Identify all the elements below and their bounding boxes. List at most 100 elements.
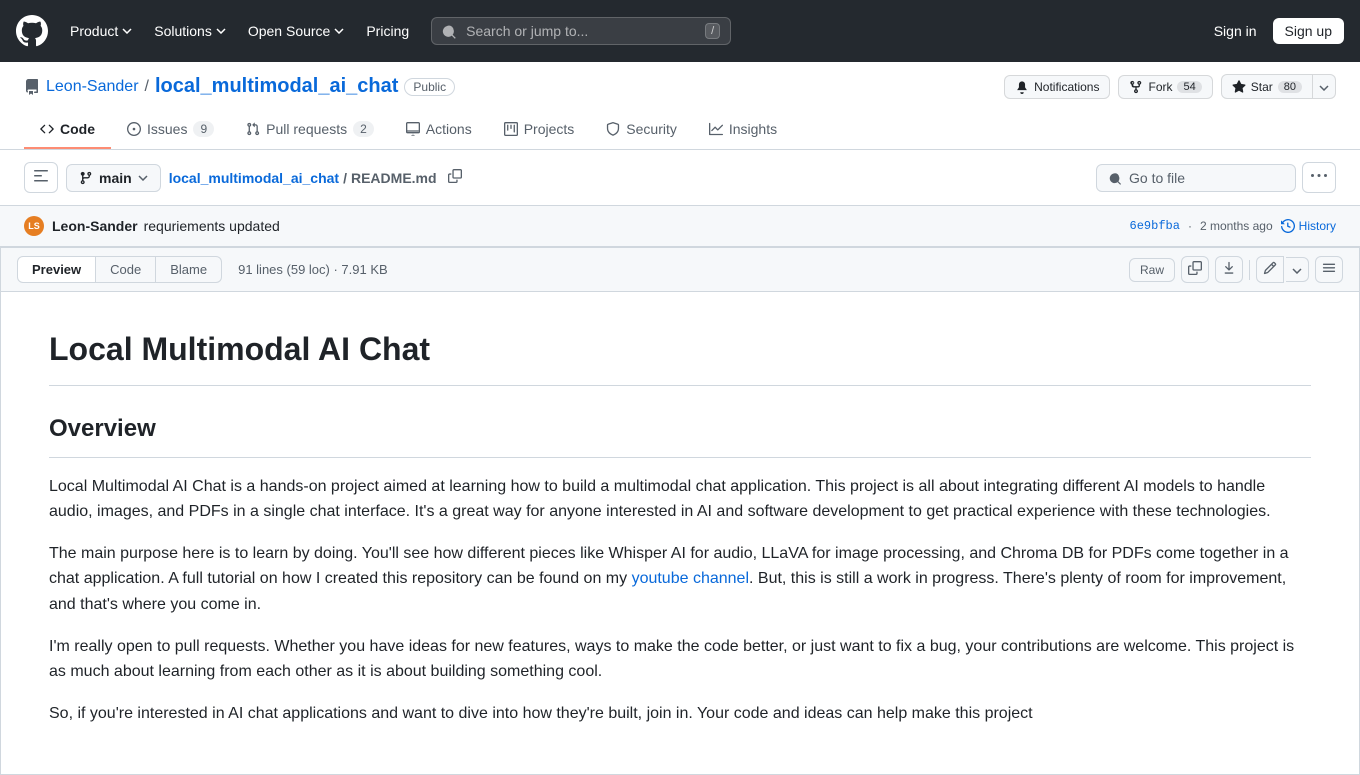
file-content-header: Preview Code Blame 91 lines (59 loc) · 7… <box>1 248 1359 292</box>
more-options-button[interactable] <box>1302 162 1336 193</box>
fork-button[interactable]: Fork 54 <box>1118 75 1212 99</box>
search-placeholder: Search or jump to... <box>466 23 697 39</box>
pr-count: 2 <box>353 121 374 137</box>
github-logo-icon <box>16 15 48 47</box>
breadcrumb-file: README.md <box>351 170 437 186</box>
sign-in-button[interactable]: Sign in <box>1206 18 1265 44</box>
issues-icon <box>127 122 141 136</box>
bell-icon <box>1015 80 1029 94</box>
tab-projects[interactable]: Projects <box>488 111 591 149</box>
branch-icon <box>79 171 93 185</box>
header-auth: Sign in Sign up <box>1206 18 1344 44</box>
readme-para-2: The main purpose here is to learn by doi… <box>49 541 1311 618</box>
go-to-file-button[interactable]: Go to file <box>1096 164 1296 192</box>
commit-row: LS Leon-Sander requriements updated 6e9b… <box>0 206 1360 247</box>
commit-message: requriements updated <box>144 218 280 234</box>
commit-meta: 6e9bfba · 2 months ago History <box>1130 219 1336 233</box>
star-button[interactable]: Star 80 <box>1221 74 1312 99</box>
readme-para-1: Local Multimodal AI Chat is a hands-on p… <box>49 474 1311 525</box>
repo-name-link[interactable]: local_multimodal_ai_chat <box>155 75 398 98</box>
copy-icon <box>448 169 462 183</box>
more-options-icon <box>1311 168 1327 184</box>
sign-up-button[interactable]: Sign up <box>1273 18 1344 44</box>
youtube-link[interactable]: youtube channel <box>632 570 749 587</box>
preview-tab[interactable]: Preview <box>17 256 96 283</box>
overview-heading: Overview <box>49 410 1311 457</box>
readme-para-4: So, if you're interested in AI chat appl… <box>49 701 1311 727</box>
notifications-button[interactable]: Notifications <box>1004 75 1110 99</box>
breadcrumb-root[interactable]: local_multimodal_ai_chat <box>169 170 339 186</box>
fork-icon <box>1129 80 1143 94</box>
download-icon <box>1222 261 1236 275</box>
tab-issues[interactable]: Issues 9 <box>111 111 230 149</box>
readme-para-3: I'm really open to pull requests. Whethe… <box>49 634 1311 685</box>
tab-pull-requests[interactable]: Pull requests 2 <box>230 111 390 149</box>
blame-tab[interactable]: Blame <box>156 256 222 283</box>
repo-header: Leon-Sander / local_multimodal_ai_chat P… <box>0 62 1360 150</box>
go-to-file-container: Go to file <box>1096 162 1336 193</box>
insights-icon <box>709 122 723 136</box>
history-button[interactable]: History <box>1281 219 1336 233</box>
edit-icon <box>1263 261 1277 275</box>
chevron-down-icon <box>1292 268 1302 274</box>
search-icon <box>442 23 458 39</box>
toc-button[interactable] <box>1315 256 1343 283</box>
projects-icon <box>504 122 518 136</box>
toolbar-divider <box>1249 260 1250 280</box>
commit-time: 2 months ago <box>1200 219 1273 233</box>
edit-chevron-button[interactable] <box>1286 257 1309 282</box>
actions-icon <box>406 122 420 136</box>
github-logo[interactable] <box>16 15 48 47</box>
chevron-down-icon <box>1319 85 1329 91</box>
file-toolbar: Raw <box>1129 256 1343 283</box>
main-content: main local_multimodal_ai_chat / README.m… <box>0 150 1360 775</box>
nav-solutions[interactable]: Solutions <box>144 17 236 45</box>
notifications-label: Notifications <box>1034 80 1099 94</box>
copy-raw-button[interactable] <box>1181 256 1209 283</box>
fork-count: 54 <box>1177 81 1201 93</box>
breadcrumb-separator: / <box>343 170 347 186</box>
branch-selector[interactable]: main <box>66 164 161 192</box>
tab-insights[interactable]: Insights <box>693 111 793 149</box>
file-view-tabs: Preview Code Blame <box>17 256 222 283</box>
search-bar[interactable]: Search or jump to... / <box>431 17 731 45</box>
toc-icon <box>1322 261 1336 275</box>
pr-icon <box>246 122 260 136</box>
tab-code[interactable]: Code <box>24 111 111 149</box>
chevron-down-icon <box>334 28 344 34</box>
file-info: 91 lines (59 loc) · 7.91 KB <box>238 262 388 277</box>
issues-count: 9 <box>193 121 214 137</box>
readme-content: Local Multimodal AI Chat Overview Local … <box>1 292 1359 774</box>
raw-button[interactable]: Raw <box>1129 258 1175 282</box>
chevron-down-icon <box>138 175 148 181</box>
copy-path-button[interactable] <box>445 166 465 189</box>
star-chevron-button[interactable] <box>1312 74 1336 99</box>
star-icon <box>1232 80 1246 94</box>
file-browser-header: main local_multimodal_ai_chat / README.m… <box>0 150 1360 206</box>
nav-open-source[interactable]: Open Source <box>238 17 355 45</box>
star-button-group: Star 80 <box>1221 74 1336 99</box>
commit-hash[interactable]: 6e9bfba <box>1130 219 1180 233</box>
file-content-area: Preview Code Blame 91 lines (59 loc) · 7… <box>0 247 1360 775</box>
tab-actions[interactable]: Actions <box>390 111 488 149</box>
branch-name: main <box>99 170 132 186</box>
breadcrumb: local_multimodal_ai_chat / README.md <box>169 170 437 186</box>
star-label: Star <box>1251 80 1273 94</box>
avatar-initials: LS <box>28 221 40 231</box>
repo-actions: Notifications Fork 54 Star 80 <box>1004 74 1336 99</box>
nav-product[interactable]: Product <box>60 17 142 45</box>
readme-title: Local Multimodal AI Chat <box>49 324 1311 386</box>
security-icon <box>606 122 620 136</box>
repo-tabs: Code Issues 9 Pull requests 2 Actions Pr… <box>24 111 1336 149</box>
nav-pricing[interactable]: Pricing <box>356 17 419 45</box>
code-tab[interactable]: Code <box>96 256 156 283</box>
edit-button[interactable] <box>1256 256 1284 283</box>
repo-owner-link[interactable]: Leon-Sander <box>46 78 139 96</box>
repo-icon <box>24 79 40 95</box>
download-button[interactable] <box>1215 256 1243 283</box>
tab-security[interactable]: Security <box>590 111 693 149</box>
chevron-down-icon <box>122 28 132 34</box>
sidebar-toggle[interactable] <box>24 162 58 193</box>
repo-slash: / <box>145 78 149 96</box>
commit-author[interactable]: Leon-Sander <box>52 218 138 234</box>
